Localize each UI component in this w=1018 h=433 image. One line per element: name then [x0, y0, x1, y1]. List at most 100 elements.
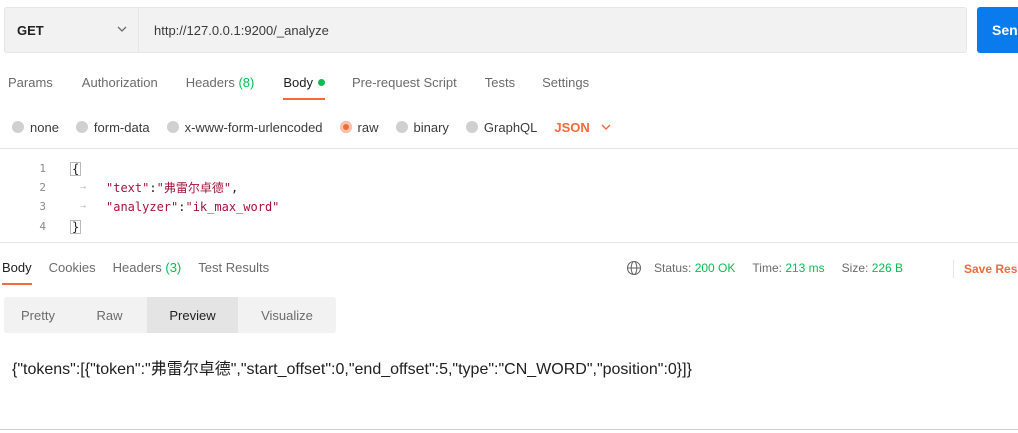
json-key-value: "analyzer":"ik_max_word"	[106, 200, 279, 214]
save-response-button[interactable]: Save Response	[953, 260, 1018, 278]
method-label: GET	[17, 22, 44, 38]
line-number: 2	[39, 181, 46, 194]
radio-icon	[166, 121, 179, 133]
body-type-raw[interactable]: raw	[339, 119, 379, 135]
tab-label: Body	[283, 75, 313, 90]
tab-response-headers[interactable]: Headers (3)	[113, 258, 182, 290]
radio-label: GraphQL	[483, 119, 538, 135]
tab-label: Headers	[112, 260, 162, 275]
json-value: "弗雷尔卓德"	[156, 181, 232, 195]
code-line: 2 → "text":"弗雷尔卓德",	[0, 178, 1018, 197]
tab-settings[interactable]: Settings	[542, 69, 589, 101]
tab-tests[interactable]: Tests	[485, 69, 515, 101]
radio-icon	[75, 121, 88, 133]
line-number: 3	[39, 200, 46, 213]
radio-label: binary	[413, 119, 449, 135]
format-select[interactable]: JSON	[554, 120, 611, 135]
tab-label: Authorization	[81, 75, 158, 90]
view-raw[interactable]: Raw	[72, 297, 147, 333]
request-tabs: Params Authorization Headers (8) Body Pr…	[0, 69, 589, 101]
status-label: Status:	[654, 261, 692, 275]
view-pretty[interactable]: Pretty	[4, 297, 72, 333]
json-comma: ,	[231, 181, 239, 195]
tab-label: Tests	[484, 75, 516, 90]
radio-icon	[465, 121, 478, 133]
json-key-value: "text":"弗雷尔卓德",	[106, 179, 238, 196]
line-number: 4	[39, 220, 46, 233]
tab-headers[interactable]: Headers (8)	[186, 69, 255, 101]
divider	[0, 429, 1018, 430]
response-preview-text: {"tokens":[{"token":"弗雷尔卓德","start_offse…	[12, 361, 692, 378]
code-editor[interactable]: 1 { 2 → "text":"弗雷尔卓德", 3 → "analyzer":"…	[0, 157, 1018, 241]
tab-label: Headers	[185, 75, 235, 90]
active-tab-underline	[283, 98, 325, 100]
radio-icon	[395, 121, 408, 133]
body-type-none[interactable]: none	[12, 120, 59, 135]
radio-icon	[12, 121, 24, 133]
code-brace: {	[70, 161, 82, 176]
response-status: Status: 200 OK Time: 213 ms Size: 226 B	[626, 260, 920, 276]
tab-pre-request-script[interactable]: Pre-request Script	[352, 69, 457, 101]
tab-label: Pre-request Script	[351, 75, 457, 90]
code-line: 3 → "analyzer":"ik_max_word"	[0, 197, 1018, 216]
radio-label: x-www-form-urlencoded	[184, 119, 323, 135]
body-type-graphql[interactable]: GraphQL	[465, 119, 538, 135]
time-label: Time:	[752, 261, 782, 275]
tab-params[interactable]: Params	[8, 69, 53, 101]
time-value: 213 ms	[785, 261, 825, 275]
url-input[interactable]: http://127.0.0.1:9200/_analyze	[154, 8, 329, 52]
radio-label: raw	[357, 119, 379, 135]
globe-icon[interactable]	[626, 260, 642, 276]
tab-count: (8)	[238, 75, 255, 90]
code-brace: }	[70, 219, 82, 234]
json-colon: :	[149, 181, 157, 195]
json-key: "analyzer"	[106, 199, 179, 214]
url-box: GET http://127.0.0.1:9200/_analyze	[4, 7, 967, 53]
body-type-urlencoded[interactable]: x-www-form-urlencoded	[166, 119, 323, 135]
status-value: 200 OK	[694, 261, 736, 275]
tab-label: Settings	[542, 75, 590, 90]
tab-label: Params	[8, 75, 53, 90]
view-preview[interactable]: Preview	[147, 297, 238, 333]
radio-label: none	[30, 119, 59, 135]
modified-dot-icon	[317, 79, 325, 86]
json-value: "ik_max_word"	[185, 199, 280, 214]
body-type-options: none form-data x-www-form-urlencoded raw…	[12, 116, 612, 138]
divider	[0, 148, 1018, 149]
format-label: JSON	[554, 119, 590, 135]
indent-arrow-icon: →	[80, 201, 87, 212]
tab-response-body[interactable]: Body	[2, 258, 32, 290]
radio-label: form-data	[93, 119, 150, 135]
body-type-form-data[interactable]: form-data	[75, 119, 150, 135]
status-info[interactable]: Status: 200 OK	[654, 261, 735, 275]
divider	[0, 242, 1018, 243]
chevron-down-icon	[117, 26, 127, 32]
response-tabs: Body Cookies Headers (3) Test Results	[0, 258, 269, 290]
tab-authorization[interactable]: Authorization	[82, 69, 158, 101]
line-number: 1	[39, 162, 46, 175]
tab-body[interactable]: Body	[283, 69, 325, 101]
tab-count: (3)	[165, 260, 182, 275]
send-button[interactable]: Send	[977, 7, 1018, 53]
response-view-tabs: Pretty Raw Preview Visualize	[4, 297, 336, 333]
chevron-down-icon	[601, 124, 611, 130]
tab-label: Test Results	[198, 260, 270, 275]
size-label: Size:	[841, 261, 869, 275]
code-line: 1 {	[0, 159, 1018, 178]
size-info[interactable]: Size: 226 B	[842, 261, 903, 275]
time-info[interactable]: Time: 213 ms	[752, 261, 824, 275]
json-key: "text"	[106, 181, 150, 195]
size-value: 226 B	[871, 261, 904, 275]
view-visualize[interactable]: Visualize	[238, 297, 336, 333]
body-type-binary[interactable]: binary	[395, 119, 449, 135]
tab-label: Body	[2, 260, 32, 275]
request-bar: GET http://127.0.0.1:9200/_analyze Send	[4, 7, 1018, 53]
active-tab-underline	[2, 283, 32, 285]
tab-cookies[interactable]: Cookies	[49, 258, 96, 290]
indent-arrow-icon: →	[80, 182, 87, 193]
method-select[interactable]: GET	[5, 8, 139, 52]
tab-test-results[interactable]: Test Results	[198, 258, 269, 290]
tab-label: Cookies	[48, 260, 96, 275]
radio-selected-icon	[339, 121, 352, 133]
code-line: 4 }	[0, 217, 1018, 236]
